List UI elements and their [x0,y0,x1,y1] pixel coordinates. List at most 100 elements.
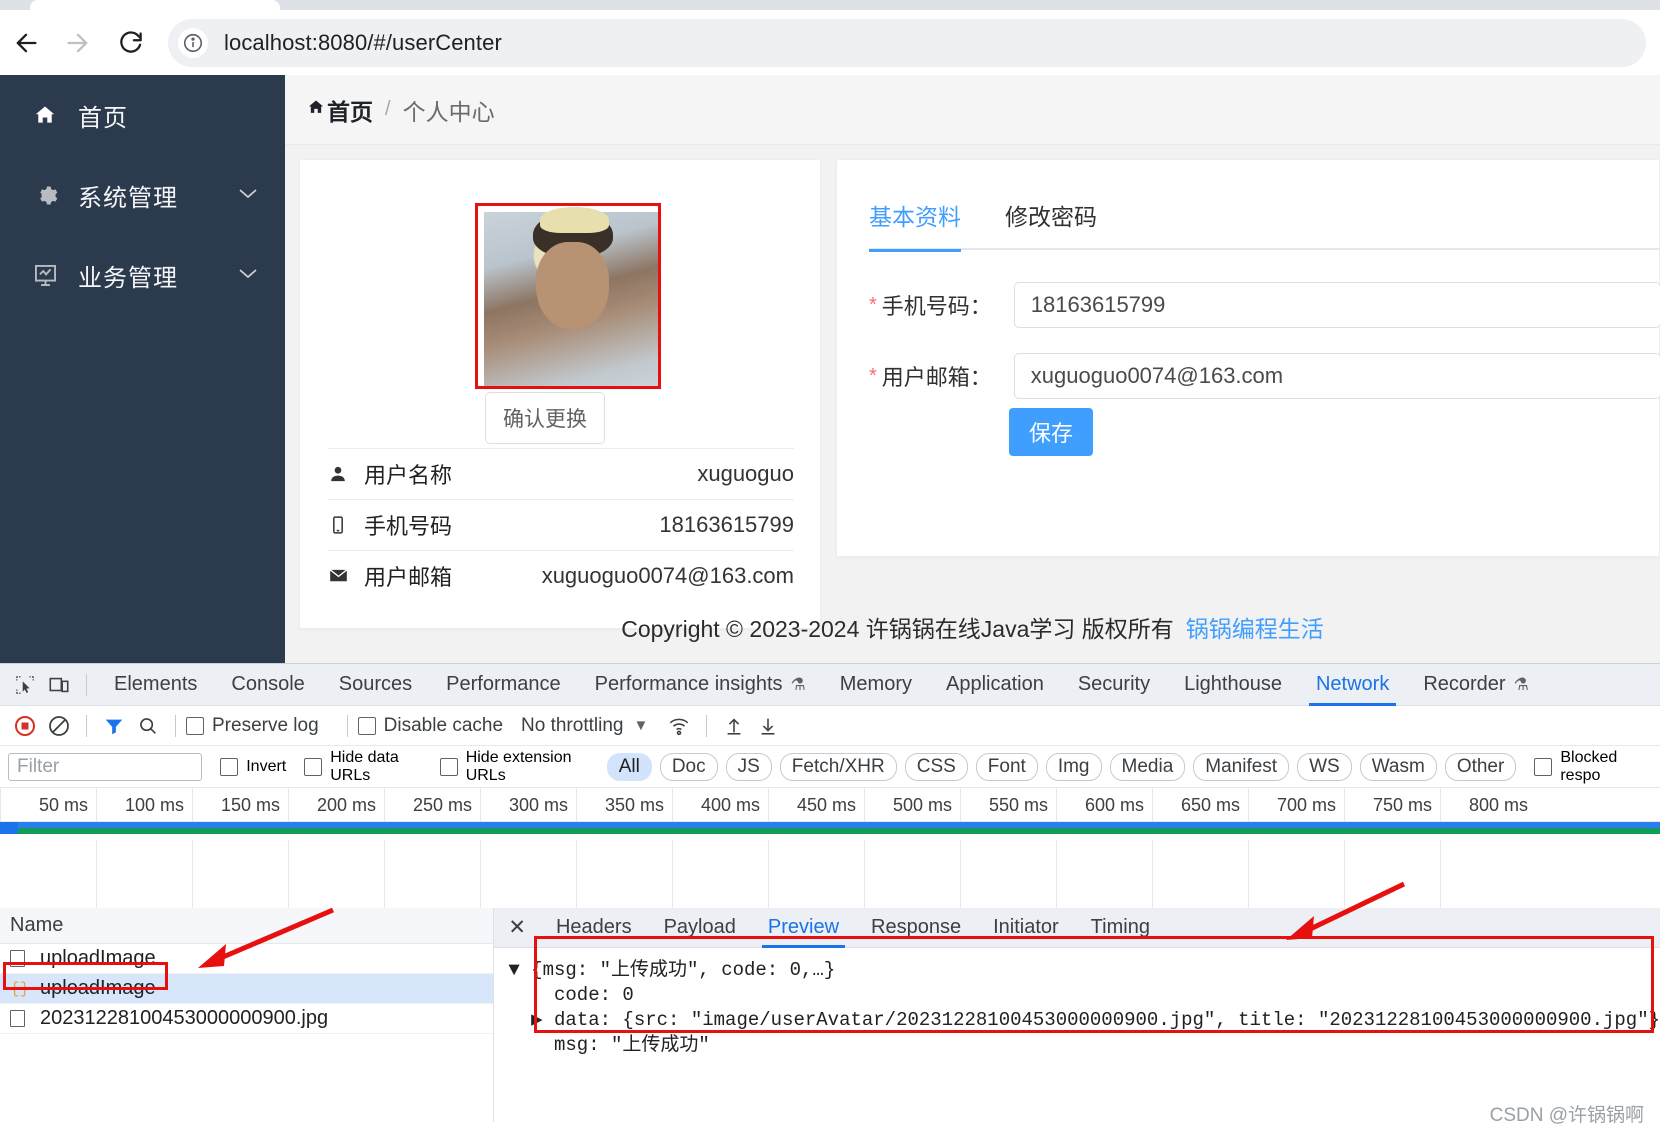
invert-label: Invert [246,757,287,775]
hide-data-urls-checkbox[interactable]: Hide data URLs [304,749,421,785]
filter-chip-ws[interactable]: WS [1297,752,1352,781]
tab-sources[interactable]: Sources [322,664,429,706]
json-line[interactable]: ▶ data: {src: "image/userAvatar/20231228… [508,1008,1660,1033]
form-row-phone: * 手机号码： 18163615799 [869,282,1660,328]
copyright-text: Copyright © 2023-2024 许锅锅在线Java学习 版权所有 [621,616,1174,642]
device-toolbar-icon[interactable] [42,668,76,702]
back-arrow-icon[interactable] [0,17,52,69]
timeline-tick: 800 ms [1440,788,1536,822]
browser-tab[interactable] [30,0,280,10]
timeline-tick: 300 ms [480,788,576,822]
filter-chip-media[interactable]: Media [1109,752,1186,781]
tab-label: Network [1315,673,1390,695]
tab-label: Security [1077,673,1151,695]
tab-network[interactable]: Network [1299,664,1406,706]
tab-change-password[interactable]: 修改密码 [1005,192,1097,250]
table-row[interactable]: {} uploadImage [0,974,494,1004]
tab-elements[interactable]: Elements [97,664,214,706]
checkbox-box [439,757,458,776]
filter-chip-all[interactable]: All [606,752,652,781]
filter-chip-doc[interactable]: Doc [659,752,718,781]
required-asterisk: * [869,293,877,316]
json-line[interactable]: ▼ {msg: "上传成功", code: 0,…} [508,958,1660,983]
profile-row-username: 用户名称 xuguoguo [328,448,794,498]
avatar[interactable] [484,206,658,386]
filter-chip-fetch-xhr[interactable]: Fetch/XHR [779,752,897,781]
search-icon[interactable] [131,709,165,743]
form-row-email: * 用户邮箱： xuguoguo0074@163.com [869,353,1660,399]
filter-chip-other[interactable]: Other [1444,752,1517,781]
info-circle-icon[interactable] [178,27,208,58]
detail-tab-preview[interactable]: Preview [752,908,855,948]
required-asterisk: * [869,364,877,387]
detail-tab-headers[interactable]: Headers [540,908,648,948]
json-icon: {} [10,979,30,998]
chevron-down-icon[interactable] [237,186,259,204]
sidebar-item-system-management[interactable]: 系统管理 [0,155,285,235]
throttling-select[interactable]: No throttling [521,715,623,737]
tab-strip [0,0,1660,10]
network-overview-grid [0,840,1660,908]
chevron-down-icon[interactable]: ▼ [633,717,648,734]
tab-application[interactable]: Application [929,664,1061,706]
hide-extension-urls-label: Hide extension URLs [465,748,572,784]
filter-input[interactable]: Filter [8,752,203,781]
confirm-change-avatar-button[interactable]: 确认更换 [485,392,605,444]
breadcrumb-home[interactable]: 首页 [327,93,373,127]
overview-leading-bar [0,822,18,834]
preserve-log-checkbox[interactable]: Preserve log [186,715,319,737]
filter-chip-js[interactable]: JS [725,752,772,781]
timeline-tick: 250 ms [384,788,480,822]
funnel-icon[interactable] [97,709,131,743]
filter-chip-font[interactable]: Font [975,752,1038,781]
tab-basic-info[interactable]: 基本资料 [869,192,961,252]
import-har-icon[interactable] [717,709,751,743]
grid-line [768,840,769,908]
table-row[interactable]: 20231228100453000000900.jpg [0,1004,494,1034]
profile-row-value: 18163615799 [659,511,794,537]
detail-tab-timing[interactable]: Timing [1075,908,1166,948]
tab-lighthouse[interactable]: Lighthouse [1167,664,1299,706]
disable-cache-checkbox[interactable]: Disable cache [357,714,504,737]
address-bar[interactable]: localhost:8080/#/userCenter [168,18,1646,67]
email-input[interactable]: xuguoguo0074@163.com [1013,353,1660,399]
clear-icon[interactable] [42,709,76,743]
settings-tab-header: 基本资料 修改密码 [869,192,1660,252]
filter-chip-img[interactable]: Img [1045,752,1102,781]
filter-chip-manifest[interactable]: Manifest [1193,752,1290,781]
detail-tab-payload[interactable]: Payload [648,908,752,948]
sidebar-item-home[interactable]: 首页 [0,75,285,155]
tab-performance-insights[interactable]: Performance insights ⚗ [578,664,823,706]
timeline-tick: 200 ms [288,788,384,822]
blocked-responses-checkbox[interactable]: Blocked respo [1534,749,1642,785]
network-overview-bars [0,822,1660,840]
filter-chip-css[interactable]: CSS [904,752,968,781]
phone-input[interactable]: 18163615799 [1013,282,1660,328]
close-icon[interactable]: ✕ [508,915,526,940]
hide-extension-urls-checkbox[interactable]: Hide extension URLs [439,748,589,785]
detail-tab-initiator[interactable]: Initiator [977,908,1075,948]
invert-checkbox[interactable]: Invert [220,757,287,776]
grid-line [864,840,865,908]
chevron-down-icon[interactable] [237,266,259,284]
tab-recorder[interactable]: Recorder ⚗ [1406,664,1546,706]
wifi-settings-icon[interactable] [662,709,696,743]
save-button[interactable]: 保存 [1009,408,1093,456]
timeline-tick: 150 ms [192,788,288,822]
table-row[interactable]: uploadImage [0,944,494,974]
inspect-element-icon[interactable] [8,668,42,702]
sidebar-item-business-management[interactable]: 业务管理 [0,235,285,315]
tab-security[interactable]: Security [1061,664,1167,706]
detail-tab-response[interactable]: Response [855,908,977,948]
filter-chip-wasm[interactable]: Wasm [1359,752,1437,781]
export-har-icon[interactable] [751,709,785,743]
reload-icon[interactable] [104,17,156,69]
disable-cache-label: Disable cache [383,714,504,736]
record-stop-icon[interactable] [8,709,42,743]
copyright-link[interactable]: 锅锅编程生活 [1186,610,1324,644]
gear-icon [30,180,60,210]
tab-console[interactable]: Console [214,664,321,706]
tab-memory[interactable]: Memory [823,664,929,706]
tab-performance[interactable]: Performance [429,664,578,706]
forward-arrow-icon[interactable] [52,17,104,69]
